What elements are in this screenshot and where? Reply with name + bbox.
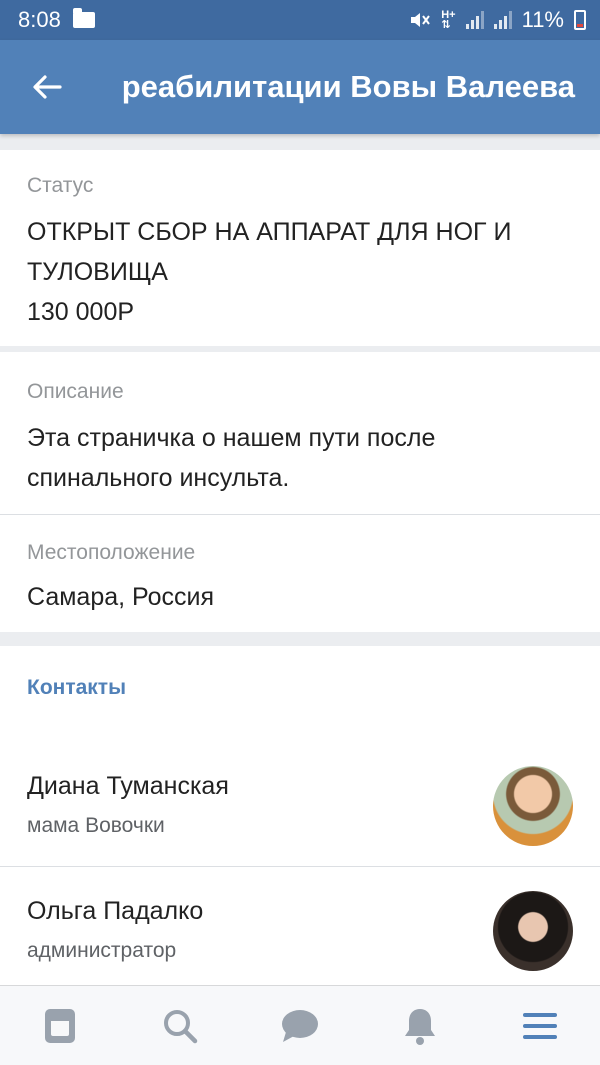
tab-menu[interactable] <box>500 986 580 1065</box>
tab-messages[interactable] <box>260 986 340 1065</box>
bottom-tab-bar <box>0 985 600 1065</box>
status-value-amount: 130 000Р <box>27 298 135 326</box>
folder-icon <box>72 8 95 28</box>
description-field: Описание Эта страничка о нашем пути посл… <box>0 352 600 514</box>
description-line2: спинального инсульта. <box>27 464 290 492</box>
search-icon <box>164 1009 198 1043</box>
contact-name: Ольга Падалко <box>27 897 204 925</box>
contacts-card: Контакты Диана Туманская мама Вовочки Ол… <box>0 646 600 986</box>
menu-icon <box>523 1012 557 1039</box>
page-title: реабилитации Вовы Валеева <box>121 69 576 104</box>
contact-role: администратор <box>27 939 177 962</box>
battery-percent: 11% <box>521 7 564 32</box>
contact-role: мама Вовочки <box>27 814 165 837</box>
location-label: Местоположение <box>27 541 196 564</box>
status-value-line1: ОТКРЫТ СБОР НА АППАРАТ ДЛЯ НОГ И <box>27 218 512 246</box>
signal-icon-2 <box>493 11 512 29</box>
info-card: Описание Эта страничка о нашем пути посл… <box>0 352 600 632</box>
description-line1: Эта страничка о нашем пути после <box>27 424 436 452</box>
contact-item[interactable]: Ольга Падалко администратор <box>0 867 600 991</box>
status-value-line2: ТУЛОВИЩА <box>27 258 168 286</box>
location-value: Самара, Россия <box>27 583 215 611</box>
app-bar: реабилитации Вовы Валеева <box>0 40 600 134</box>
contact-item[interactable]: Диана Туманская мама Вовочки <box>0 742 600 866</box>
avatar <box>493 766 573 846</box>
tab-news[interactable] <box>20 986 100 1065</box>
contacts-heading: Контакты <box>27 676 127 699</box>
clock: 8:08 <box>18 7 61 32</box>
description-label: Описание <box>27 380 124 403</box>
status-card: Статус ОТКРЫТ СБОР НА АППАРАТ ДЛЯ НОГ И … <box>0 150 600 346</box>
location-field[interactable]: Местоположение Самара, Россия <box>0 515 600 617</box>
avatar <box>493 891 573 971</box>
notifications-icon <box>405 1008 435 1045</box>
tab-notifications[interactable] <box>380 986 460 1065</box>
mute-icon <box>411 13 431 27</box>
signal-icon-1 <box>465 11 484 29</box>
messages-icon <box>282 1009 318 1042</box>
back-arrow-icon <box>33 75 62 99</box>
contact-name: Диана Туманская <box>27 772 229 800</box>
status-label: Статус <box>27 174 94 197</box>
tab-search[interactable] <box>140 986 220 1065</box>
network-type-icon: H+ ⇅ <box>441 9 456 31</box>
system-status-bar: 8:08 H+ ⇅ 11% <box>0 0 600 40</box>
back-button[interactable] <box>0 40 94 134</box>
battery-icon <box>574 10 586 30</box>
news-icon <box>45 1008 75 1043</box>
